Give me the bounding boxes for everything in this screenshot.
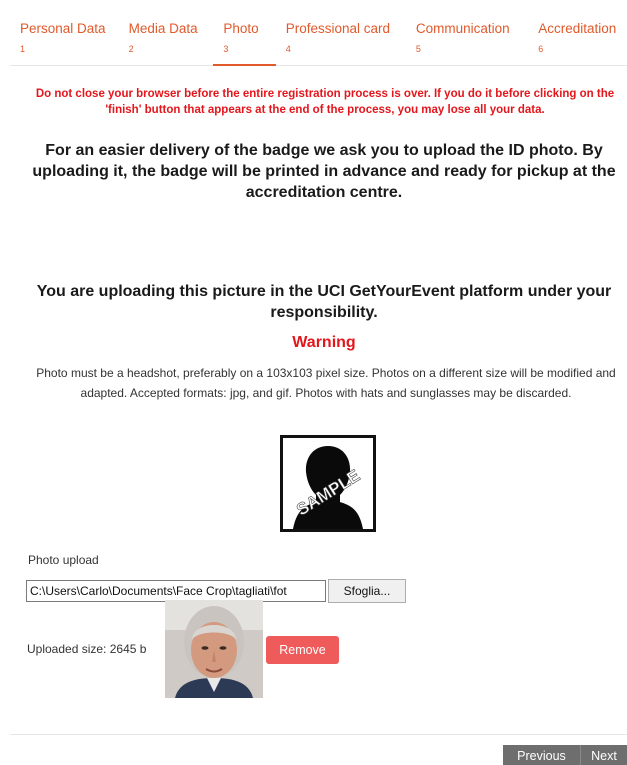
- tab-label: Accreditation: [538, 21, 617, 36]
- wizard-navigation: Previous Next: [503, 745, 627, 765]
- tab-personal-data[interactable]: Personal Data 1: [10, 18, 119, 66]
- remove-photo-button[interactable]: Remove: [266, 636, 339, 664]
- portrait-photo-icon: [165, 600, 263, 698]
- uploaded-photo-preview: [165, 600, 263, 698]
- tab-professional-card[interactable]: Professional card 4: [276, 18, 406, 66]
- tab-accreditation[interactable]: Accreditation 6: [528, 18, 627, 66]
- previous-button[interactable]: Previous: [503, 745, 581, 765]
- tab-label: Media Data: [128, 21, 198, 36]
- tab-label: Professional card: [285, 21, 390, 36]
- tab-step-number: 3: [223, 44, 229, 54]
- footer-divider: [10, 734, 627, 735]
- tab-step-number: 6: [538, 44, 544, 54]
- browse-button[interactable]: Sfoglia...: [328, 579, 406, 603]
- tab-label: Personal Data: [20, 21, 106, 36]
- tab-step-number: 5: [415, 44, 421, 54]
- tab-step-number: 2: [128, 44, 134, 54]
- file-path-input[interactable]: [26, 580, 326, 602]
- photo-upload-label: Photo upload: [28, 553, 99, 567]
- warning-text: Photo must be a headshot, preferably on …: [36, 366, 616, 400]
- tab-step-number: 4: [285, 44, 291, 54]
- tab-communication[interactable]: Communication 5: [406, 18, 528, 66]
- wizard-steps: Personal Data 1 Media Data 2 Photo 3 Pro…: [10, 18, 627, 66]
- intro-text: For an easier delivery of the badge we a…: [32, 142, 616, 201]
- sample-photo-image: SAMPLE: [280, 435, 376, 532]
- sample-silhouette-icon: SAMPLE: [283, 438, 373, 529]
- tab-label: Photo: [223, 21, 259, 36]
- tab-photo[interactable]: Photo 3: [213, 18, 276, 66]
- tab-step-number: 1: [20, 44, 26, 54]
- responsibility-text: You are uploading this picture in the UC…: [36, 283, 612, 321]
- tab-media-data[interactable]: Media Data 2: [119, 18, 214, 66]
- browser-warning-alert: Do not close your browser before the ent…: [35, 88, 615, 116]
- warning-title: Warning: [292, 334, 356, 351]
- uploaded-size-text: Uploaded size: 2645 b: [27, 642, 147, 656]
- tab-label: Communication: [415, 21, 510, 36]
- next-button[interactable]: Next: [581, 745, 627, 765]
